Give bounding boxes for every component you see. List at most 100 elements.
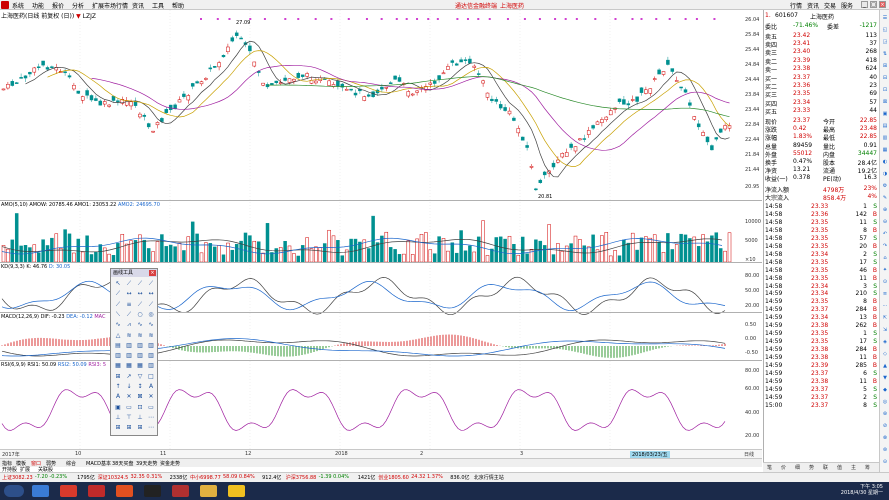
- draw-tool-icon[interactable]: ≋: [136, 332, 144, 340]
- drawing-tools-palette[interactable]: 画线工具 × ↖ ⟋ ⟋ ⟋ ⟋ ↔ ↔ ↔ ⟋ ≡ ⟋ ⟋ ⟍ ⟋ ○ ◎ ∿ ⩘ ∿ ∿ △ ≋ ≋ ≋ ▤ ▥ ▥ ▥ ▥ ▥ ▥ ▥ ▦…: [110, 268, 158, 436]
- period-label[interactable]: 日线: [744, 451, 754, 458]
- draw-tool-icon[interactable]: ▽: [136, 373, 144, 381]
- draw-tool-icon[interactable]: ⩘: [125, 321, 133, 329]
- toolbar-tool-icon[interactable]: ⊞: [881, 62, 889, 70]
- start-button-icon[interactable]: [4, 485, 24, 497]
- draw-tool-icon[interactable]: ▣: [114, 404, 122, 412]
- toolbar-tool-icon[interactable]: ⊕: [881, 206, 889, 214]
- draw-tool-icon[interactable]: ↗: [125, 373, 133, 381]
- draw-tool-icon[interactable]: ▦: [114, 362, 122, 370]
- draw-tool-icon[interactable]: ↔: [136, 290, 144, 298]
- draw-tool-icon[interactable]: ⊤: [125, 414, 133, 422]
- toolbar-tool-icon[interactable]: ▲: [881, 362, 889, 370]
- draw-tool-icon[interactable]: △: [114, 332, 122, 340]
- close-icon[interactable]: ×: [149, 270, 156, 276]
- draw-tool-icon[interactable]: □: [147, 373, 155, 381]
- draw-tool-icon[interactable]: ▦: [136, 362, 144, 370]
- menu-ext-market[interactable]: 扩展市场行情: [92, 1, 128, 10]
- top-tab-quote[interactable]: 行情: [790, 1, 802, 10]
- toolbar-tool-icon[interactable]: ⊘: [881, 422, 889, 430]
- top-tab-service[interactable]: 服务: [841, 1, 853, 10]
- draw-tool-icon[interactable]: ⊞: [125, 424, 133, 432]
- draw-tool-icon[interactable]: ↑: [114, 383, 122, 391]
- toolbar-tool-icon[interactable]: ⇅: [881, 50, 889, 58]
- draw-tool-icon[interactable]: ⋯: [147, 414, 155, 422]
- draw-tool-icon[interactable]: ✕: [147, 393, 155, 401]
- close-icon[interactable]: ×: [879, 1, 886, 8]
- draw-tool-icon[interactable]: ⊞: [114, 424, 122, 432]
- draw-tool-icon[interactable]: ≋: [125, 332, 133, 340]
- draw-tool-icon[interactable]: ⟋: [114, 290, 122, 298]
- stock-app-icon[interactable]: [172, 485, 189, 497]
- toolbar-tool-icon[interactable]: ◑: [881, 170, 889, 178]
- draw-tool-icon[interactable]: ⟋: [136, 301, 144, 309]
- toolbar-tool-icon[interactable]: ⊖: [881, 218, 889, 226]
- folder-icon[interactable]: [200, 485, 217, 497]
- finance-app-icon[interactable]: [116, 485, 133, 497]
- draw-tool-icon[interactable]: ○: [136, 311, 144, 319]
- draw-tool-icon[interactable]: ⟋: [147, 280, 155, 288]
- top-tab-news[interactable]: 资讯: [807, 1, 819, 10]
- draw-tool-icon[interactable]: ▥: [147, 352, 155, 360]
- draw-tool-icon[interactable]: ▥: [136, 342, 144, 350]
- draw-tool-icon[interactable]: A: [114, 393, 122, 401]
- draw-tool-icon[interactable]: ⋯: [147, 424, 155, 432]
- side-tab[interactable]: 笔: [767, 464, 772, 471]
- toolbar-tool-icon[interactable]: ◇: [881, 350, 889, 358]
- draw-tool-icon[interactable]: ⊞: [114, 373, 122, 381]
- menu-function[interactable]: 功能: [32, 1, 44, 10]
- menu-help[interactable]: 帮助: [172, 1, 184, 10]
- draw-tool-icon[interactable]: ⊞: [136, 424, 144, 432]
- draw-tool-icon[interactable]: ▥: [147, 362, 155, 370]
- toolbar-tool-icon[interactable]: ⌂: [881, 254, 889, 262]
- draw-tool-icon[interactable]: ∿: [114, 321, 122, 329]
- side-tab[interactable]: 势: [809, 464, 814, 471]
- draw-tool-icon[interactable]: ≡: [125, 301, 133, 309]
- draw-tool-icon[interactable]: ↓: [125, 383, 133, 391]
- browser-icon[interactable]: [32, 485, 49, 497]
- draw-tool-icon[interactable]: ▭: [147, 404, 155, 412]
- draw-tool-icon[interactable]: ◎: [147, 311, 155, 319]
- draw-tool-icon[interactable]: ∿: [147, 321, 155, 329]
- draw-tool-icon[interactable]: A: [147, 383, 155, 391]
- side-tab[interactable]: 联: [823, 464, 828, 471]
- toolbar-tool-icon[interactable]: ◎: [881, 398, 889, 406]
- draw-tool-icon[interactable]: ⊡: [136, 404, 144, 412]
- draw-tool-icon[interactable]: ▥: [136, 352, 144, 360]
- toolbar-tool-icon[interactable]: ⊗: [881, 434, 889, 442]
- pane-divider[interactable]: [0, 262, 762, 263]
- toolbar-tool-icon[interactable]: ◱: [881, 26, 889, 34]
- toolbar-tool-icon[interactable]: ▼: [881, 374, 889, 382]
- draw-tool-icon[interactable]: ≋: [147, 332, 155, 340]
- draw-tool-icon[interactable]: ⊥: [114, 414, 122, 422]
- draw-tool-icon[interactable]: ∿: [136, 321, 144, 329]
- toolbar-tool-icon[interactable]: ◆: [881, 386, 889, 394]
- draw-tool-icon[interactable]: ⟍: [114, 311, 122, 319]
- draw-tool-icon[interactable]: ⊥: [136, 414, 144, 422]
- toolbar-tool-icon[interactable]: ↷: [881, 242, 889, 250]
- toolbar-tool-icon[interactable]: ✦: [881, 266, 889, 274]
- side-tab[interactable]: 筹: [865, 464, 870, 471]
- menu-system[interactable]: 系统: [12, 1, 24, 10]
- security-app-icon[interactable]: [60, 485, 77, 497]
- draw-tool-icon[interactable]: ↔: [147, 290, 155, 298]
- draw-tool-icon[interactable]: ✕: [125, 393, 133, 401]
- toolbar-tool-icon[interactable]: ⇱: [881, 314, 889, 322]
- toolbar-tool-icon[interactable]: ✎: [881, 194, 889, 202]
- minimize-icon[interactable]: _: [861, 1, 868, 8]
- toolbar-tool-icon[interactable]: ⊝: [881, 458, 889, 466]
- draw-tool-icon[interactable]: ▦: [125, 362, 133, 370]
- draw-tool-icon[interactable]: ⟋: [125, 280, 133, 288]
- toolbar-tool-icon[interactable]: ◲: [881, 38, 889, 46]
- draw-tool-icon[interactable]: ▥: [147, 342, 155, 350]
- menu-quote[interactable]: 报价: [52, 1, 64, 10]
- draw-tool-icon[interactable]: ⟋: [114, 301, 122, 309]
- notes-app-icon[interactable]: [228, 485, 245, 497]
- menu-news[interactable]: 资讯: [132, 1, 144, 10]
- toolbar-tool-icon[interactable]: ⊜: [881, 446, 889, 454]
- top-tab-trade[interactable]: 交易: [824, 1, 836, 10]
- draw-tool-icon[interactable]: ▭: [125, 404, 133, 412]
- toolbar-tool-icon[interactable]: ◐: [881, 158, 889, 166]
- side-tab[interactable]: 主: [851, 464, 856, 471]
- draw-tool-icon[interactable]: ▥: [125, 352, 133, 360]
